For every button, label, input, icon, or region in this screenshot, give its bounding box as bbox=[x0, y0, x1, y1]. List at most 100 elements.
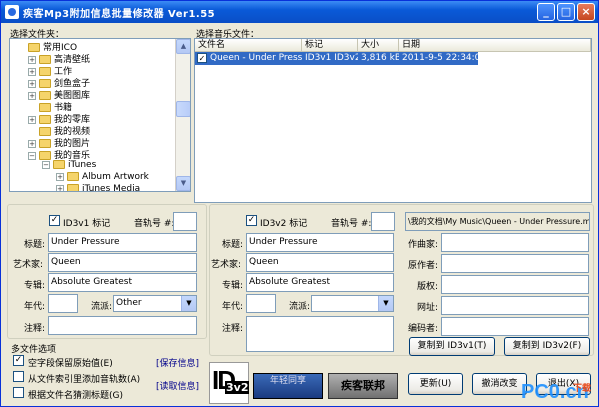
scroll-up-icon[interactable]: ▲ bbox=[176, 39, 190, 54]
track-label: 音轨号 #: bbox=[331, 219, 372, 229]
expand-icon[interactable]: + bbox=[56, 184, 64, 191]
banner-ad-2[interactable]: 疾客联邦 bbox=[328, 373, 398, 399]
track-input[interactable] bbox=[371, 212, 395, 231]
row-checkbox[interactable]: ✓ bbox=[197, 53, 207, 63]
folder-icon bbox=[39, 139, 51, 148]
composer-input[interactable] bbox=[441, 233, 589, 252]
orig-artist-input[interactable] bbox=[441, 254, 589, 273]
expand-icon[interactable]: + bbox=[56, 172, 64, 181]
id3v2-label: ID3v2 标记 bbox=[260, 219, 308, 229]
scroll-down-icon[interactable]: ▼ bbox=[176, 176, 190, 191]
folder-icon bbox=[39, 103, 51, 112]
collapse-icon[interactable]: − bbox=[42, 160, 50, 169]
id3v2-checkbox[interactable]: ✓ bbox=[246, 215, 257, 226]
tree-item[interactable]: + 美图图库 bbox=[28, 88, 90, 101]
tree-item[interactable]: 我的视频 bbox=[39, 124, 90, 137]
comment-label: 注释: bbox=[24, 324, 46, 334]
folder-icon bbox=[28, 43, 40, 52]
column-header[interactable]: 文件名 bbox=[195, 39, 302, 52]
multi-label: 多文件选项 bbox=[11, 345, 57, 355]
encoder-input[interactable] bbox=[441, 317, 589, 336]
year-label: 年代: bbox=[222, 302, 244, 312]
expand-icon[interactable]: + bbox=[28, 91, 36, 100]
expand-icon[interactable]: + bbox=[28, 115, 36, 124]
track-index-label: 从文件索引里添加音轨数(A) bbox=[28, 375, 141, 385]
id3v1-checkbox[interactable]: ✓ bbox=[49, 215, 60, 226]
expand-icon[interactable]: + bbox=[28, 139, 36, 148]
genre-select[interactable]: ▼ bbox=[311, 295, 394, 312]
expand-icon[interactable]: + bbox=[28, 55, 36, 64]
album-input[interactable]: Absolute Greatest bbox=[48, 273, 197, 292]
album-input[interactable]: Absolute Greatest bbox=[246, 273, 394, 292]
folder-icon bbox=[39, 151, 51, 160]
tree-item[interactable]: + 剑鱼盒子 bbox=[28, 76, 90, 89]
tree-item[interactable]: + 我的图片 bbox=[28, 136, 90, 149]
track-label: 音轨号 #: bbox=[134, 219, 175, 229]
tree-item[interactable]: + Album Artwork bbox=[56, 172, 149, 184]
year-input[interactable] bbox=[48, 294, 78, 313]
folder-icon bbox=[39, 79, 51, 88]
title-bar[interactable]: 疾客Mp3附加信息批量修改器 Ver1.55 _ □ × bbox=[1, 1, 598, 23]
copy-to-id3v1-button[interactable]: 复制到 ID3v1(T) bbox=[409, 337, 495, 356]
guess-title-label: 根据文件名猜测标题(G) bbox=[28, 391, 123, 401]
tree-item[interactable]: − 我的音乐 bbox=[28, 148, 90, 161]
chevron-down-icon[interactable]: ▼ bbox=[181, 296, 196, 311]
folder-icon bbox=[39, 91, 51, 100]
column-header[interactable]: 大小 bbox=[358, 39, 399, 52]
file-path-display: \我的文档\My Music\Queen - Under Pressure.mp… bbox=[405, 212, 590, 231]
tree-item[interactable]: 书籍 bbox=[39, 100, 72, 113]
tree-item[interactable]: + 工作 bbox=[28, 64, 72, 77]
tree-item[interactable]: + iTunes Media bbox=[56, 184, 140, 191]
collapse-icon[interactable]: − bbox=[28, 151, 36, 160]
window-title: 疾客Mp3附加信息批量修改器 Ver1.55 bbox=[23, 9, 216, 20]
column-header[interactable]: 标记 bbox=[302, 39, 358, 52]
year-label: 年代: bbox=[24, 302, 46, 312]
genre-label: 流派: bbox=[91, 302, 113, 312]
track-input[interactable] bbox=[173, 212, 197, 231]
copyright-input[interactable] bbox=[441, 275, 589, 294]
save-info-link[interactable]: [保存信息] bbox=[156, 356, 199, 369]
title-input[interactable]: Under Pressure bbox=[246, 233, 394, 252]
file-list[interactable]: 文件名 标记 大小 日期 ✓ Queen - Under Pressure ID… bbox=[194, 38, 592, 203]
file-date-cell: 2011-9-5 22:34:01 bbox=[402, 53, 478, 63]
folder-icon bbox=[53, 160, 65, 169]
comment-textarea[interactable] bbox=[246, 316, 394, 352]
copyright-label: 版权: bbox=[417, 282, 439, 292]
folder-tree[interactable]: 常用ICO + 高清壁纸 + 工作 + 剑鱼盒子 + 美图图库 书籍 + 我的零库 我的视… bbox=[9, 38, 191, 192]
chevron-down-icon[interactable]: ▼ bbox=[378, 296, 393, 311]
tree-item[interactable]: 常用ICO bbox=[28, 40, 77, 53]
scroll-thumb[interactable] bbox=[176, 101, 190, 117]
main-window: 疾客Mp3附加信息批量修改器 Ver1.55 _ □ × 选择文件夹： 常用IC… bbox=[0, 0, 599, 407]
orig-artist-label: 原作者: bbox=[408, 261, 439, 271]
banner-ad-1[interactable]: 年轻同享 bbox=[253, 373, 323, 399]
close-button[interactable]: × bbox=[577, 3, 595, 21]
keep-empty-checkbox[interactable]: ✓ bbox=[13, 355, 24, 366]
folder-icon bbox=[39, 115, 51, 124]
artist-input[interactable]: Queen bbox=[48, 253, 197, 272]
expand-icon[interactable]: + bbox=[28, 67, 36, 76]
maximize-button[interactable]: □ bbox=[557, 3, 575, 21]
folder-scrollbar[interactable]: ▲ ▼ bbox=[175, 39, 190, 191]
copy-to-id3v2-button[interactable]: 复制到 ID3v2(F) bbox=[504, 337, 590, 356]
id3v2-logo: ID 3v2 bbox=[209, 362, 250, 404]
file-size-cell: 3,816 kB bbox=[361, 53, 399, 63]
year-input[interactable] bbox=[246, 294, 276, 313]
comment-input[interactable] bbox=[48, 316, 197, 335]
title-input[interactable]: Under Pressure bbox=[48, 233, 197, 252]
genre-select[interactable]: Other ▼ bbox=[113, 295, 197, 312]
tree-item[interactable]: − iTunes bbox=[42, 160, 96, 172]
encoder-label: 编码者: bbox=[408, 324, 439, 334]
url-input[interactable] bbox=[441, 296, 589, 315]
artist-input[interactable]: Queen bbox=[246, 253, 394, 272]
column-header[interactable]: 日期 bbox=[399, 39, 591, 52]
tree-item[interactable]: + 高清壁纸 bbox=[28, 52, 90, 65]
tree-item[interactable]: + 我的零库 bbox=[28, 112, 90, 125]
guess-title-checkbox[interactable] bbox=[13, 387, 24, 398]
minimize-button[interactable]: _ bbox=[537, 3, 555, 21]
expand-icon[interactable]: + bbox=[28, 79, 36, 88]
track-index-checkbox[interactable] bbox=[13, 371, 24, 382]
undo-changes-button[interactable]: 撤消改变 bbox=[472, 373, 527, 395]
update-button[interactable]: 更新(U) bbox=[408, 373, 463, 395]
read-info-link[interactable]: [读取信息] bbox=[156, 379, 199, 392]
folder-icon bbox=[39, 55, 51, 64]
